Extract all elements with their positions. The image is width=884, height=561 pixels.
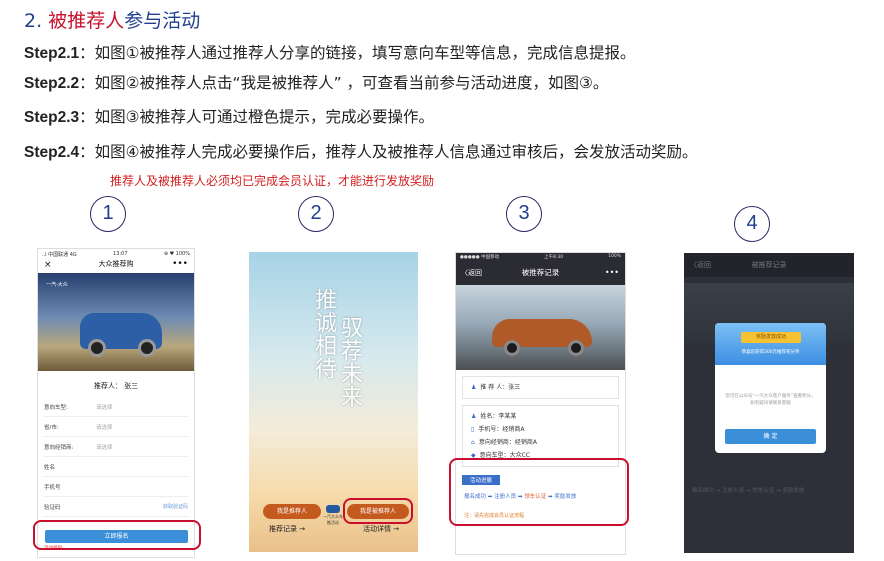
status-bar: ..l 中国联通 4G 13:07 ⊕ ♥ 100% (38, 249, 194, 259)
back-button[interactable]: 〈返回 (461, 261, 482, 285)
status-carrier: ..l 中国联通 4G (42, 252, 77, 258)
field-phone[interactable]: 手机号 (44, 477, 188, 497)
step-label: Step2.2 (24, 75, 80, 92)
home-icon: ⌂ (471, 439, 475, 446)
page-title: 被推荐记录 (521, 268, 560, 277)
slogan-line-1: 推诚相待 (311, 288, 336, 380)
person-icon: ♟ (471, 413, 477, 420)
highlight-box (449, 458, 629, 526)
marker-1: 1 (90, 196, 126, 232)
back-button: 〈返回 (690, 261, 711, 269)
nav-bar: 〈返回 被推荐记录 (684, 253, 854, 277)
referrer-button[interactable]: 我是推荐人 (263, 504, 321, 519)
step-label: Step2.1 (24, 45, 80, 62)
field-label: 验证码 (44, 504, 61, 511)
field-label: 姓名 (44, 464, 56, 471)
referrer-text: 推 荐 人：张三 (480, 384, 521, 391)
car-wheel (504, 340, 520, 356)
field-label: 意向经销商: (44, 444, 74, 451)
referrer-card: ♟ 推 荐 人：张三 (462, 376, 619, 399)
page-title: 大众推荐购 (98, 260, 134, 268)
dimmed-progress: 报名成功 → 注册人员 → 领车认证 → 奖励发放 (692, 488, 805, 494)
item-text: 意向经销商：经销商A (478, 439, 537, 446)
details-link[interactable]: 活动详情 → (363, 524, 399, 534)
referrer-name: 推荐人： 张三 (93, 382, 139, 390)
suv-banner-image: 一汽-大众 (38, 273, 194, 371)
phone-icon: ▯ (471, 426, 475, 433)
status-time: 上午8:30 (544, 255, 564, 260)
get-code-link[interactable]: 获取验证码 (163, 503, 188, 510)
car-icon (326, 505, 340, 513)
field-label: 省/市: (44, 424, 59, 431)
status-bar: ●●●●● 中国移动 上午8:30 100% (456, 253, 625, 261)
car-wheel (138, 339, 156, 357)
status-battery: ⊕ ♥ 100% (163, 251, 190, 257)
list-item: ♟ 姓名：李某某 (471, 410, 610, 423)
status-carrier: ●●●●● 中国移动 (460, 255, 500, 260)
field-model[interactable]: 意向车型: 请选择 (44, 397, 188, 417)
car-wheel (568, 340, 584, 356)
list-item: ♟ 推 荐 人：张三 (471, 381, 610, 394)
phone-screenshot-1: ..l 中国联通 4G 13:07 ⊕ ♥ 100% × 大众推荐购 ••• 一… (37, 248, 195, 558)
slogan-line-2: 驭荐未来 (337, 316, 362, 408)
section-title: 2. 被推荐人参与活动 (24, 6, 200, 33)
highlight-box (343, 498, 413, 524)
modal-badge: 奖励发放成功 (741, 332, 801, 343)
field-label: 手机号 (44, 484, 61, 491)
page-title: 被推荐记录 (751, 261, 787, 269)
modal-header: 奖励发放成功 恭喜您获得300元推荐积分奖 (715, 323, 826, 365)
records-link[interactable]: 推荐记录 → (269, 524, 305, 534)
section-title-rest: 参与活动 (124, 10, 201, 32)
step-2-1: Step2.1：如图①被推荐人通过推荐人分享的链接，填写意向车型等信息，完成信息… (24, 41, 636, 63)
brand-logo: 一汽-大众 (46, 282, 68, 288)
nav-bar: 〈返回 被推荐记录 ••• (456, 261, 625, 285)
field-dealer[interactable]: 意向经销商: 请选择 (44, 437, 188, 457)
confirm-button[interactable]: 确 定 (725, 429, 816, 444)
modal-text: 您可在公众号“一汽大众客户服务”查看积分，如有疑问请联系客服 (725, 394, 816, 406)
field-placeholder: 请选择 (96, 444, 113, 451)
marker-3: 3 (506, 196, 542, 232)
field-code[interactable]: 验证码 获取验证码 (44, 497, 188, 517)
person-icon: ♟ (471, 384, 477, 391)
close-icon[interactable]: × (44, 260, 52, 270)
step-text: ：如图①被推荐人通过推荐人分享的链接，填写意向车型等信息，完成信息提报。 (79, 44, 636, 62)
highlight-box (33, 520, 201, 550)
step-2-4: Step2.4：如图④被推荐人完成必要操作后，推荐人及被推荐人信息通过审核后，会… (24, 140, 698, 162)
car-wheel (88, 339, 106, 357)
field-province[interactable]: 省/市: 请选择 (44, 417, 188, 437)
step-label: Step2.4 (24, 144, 80, 161)
list-item: ▯ 手机号：经销商A (471, 423, 610, 436)
center-badge: 一汽大众车推活动 (323, 505, 343, 527)
field-placeholder: 请选择 (96, 424, 113, 431)
reward-modal: 奖励发放成功 恭喜您获得300元推荐积分奖 您可在公众号“一汽大众客户服务”查看… (715, 323, 826, 453)
step-text: ：如图④被推荐人完成必要操作后，推荐人及被推荐人信息通过审核后，会发放活动奖励。 (79, 143, 698, 161)
nav-bar: × 大众推荐购 ••• (38, 259, 194, 273)
field-placeholder: 请选择 (96, 404, 113, 411)
marker-4: 4 (734, 206, 770, 242)
step-label: Step2.3 (24, 109, 80, 126)
step-text: ：如图②被推荐人点击“我是被推荐人” ，可查看当前参与活动进度，如图③。 (79, 74, 609, 92)
field-label: 意向车型: (44, 404, 68, 411)
step-2-2: Step2.2：如图②被推荐人点击“我是被推荐人” ，可查看当前参与活动进度，如… (24, 71, 608, 93)
more-icon[interactable]: ••• (605, 261, 619, 285)
item-text: 姓名：李某某 (480, 413, 517, 420)
step-text: ：如图③被推荐人可通过橙色提示，完成必要操作。 (79, 108, 435, 126)
section-title-highlight: 被推荐人 (48, 10, 125, 32)
status-time: 13:07 (113, 251, 128, 257)
field-name[interactable]: 姓名 (44, 457, 188, 477)
section-number: 2. (24, 10, 43, 32)
step-2-3: Step2.3：如图③被推荐人可通过橙色提示，完成必要操作。 (24, 105, 434, 127)
sedan-banner-image (456, 285, 625, 370)
marker-2: 2 (298, 196, 334, 232)
more-icon[interactable]: ••• (172, 259, 188, 269)
modal-subtitle: 恭喜您获得300元推荐积分奖 (741, 350, 800, 355)
list-item: ⌂ 意向经销商：经销商A (471, 436, 610, 449)
phone-screenshot-4: 〈返回 被推荐记录 报名成功 → 注册人员 → 领车认证 → 奖励发放 奖励发放… (684, 253, 854, 553)
status-battery: 100% (608, 254, 621, 259)
center-caption: 一汽大众车推活动 (323, 514, 343, 525)
requirement-note: 推荐人及被推荐人必须均已完成会员认证，才能进行发放奖励 (110, 174, 435, 188)
item-text: 手机号：经销商A (478, 426, 525, 433)
